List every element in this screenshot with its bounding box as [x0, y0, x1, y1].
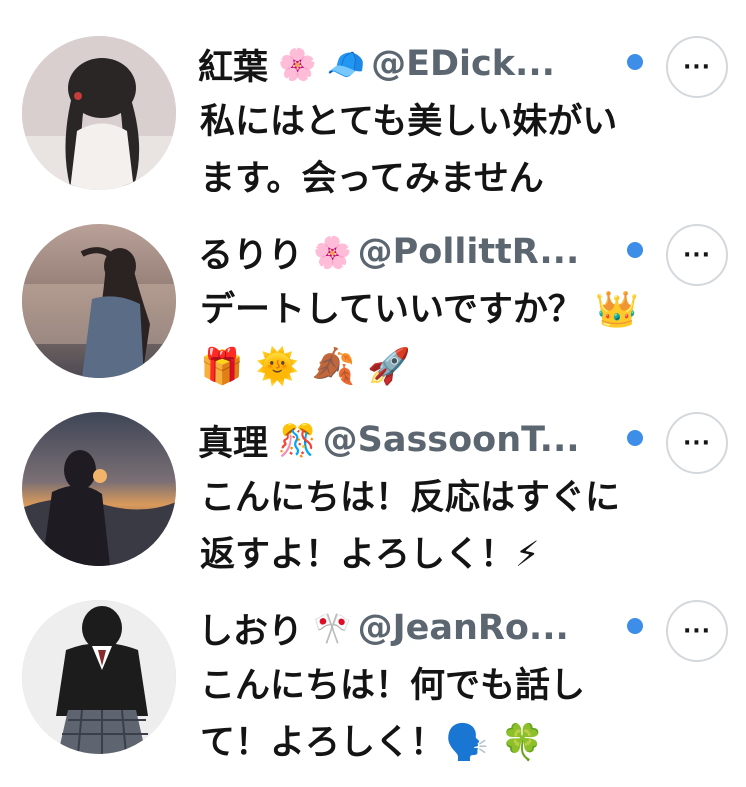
more-options-button[interactable]: ···	[666, 36, 728, 98]
avatar-image	[22, 36, 176, 190]
display-name[interactable]: しおり	[198, 603, 303, 654]
avatar[interactable]	[22, 36, 176, 190]
account-handle[interactable]: @PollittR...	[358, 232, 653, 272]
avatar-image	[22, 224, 176, 378]
name-emojis: 🌸	[313, 234, 352, 271]
avatar-image	[22, 412, 176, 566]
account-message: デートしていいですか？ 👑 🎁 🌞 🍂 🚀	[200, 290, 639, 387]
unread-dot-icon	[627, 618, 643, 634]
name-emojis: 🎌	[313, 610, 352, 647]
avatar[interactable]	[22, 600, 176, 754]
account-header: 紅葉 🌸 🧢 @EDick...	[198, 36, 653, 92]
list-item-account[interactable]: 真理 🎊 @SassoonT... ··· こんにちは！反応はすぐに返すよ！よろ…	[0, 406, 746, 592]
account-handle[interactable]: @EDick...	[371, 44, 653, 84]
account-handle[interactable]: @SassoonT...	[323, 420, 653, 460]
display-name[interactable]: 真理	[198, 415, 268, 466]
list-item-account[interactable]: るりり 🌸 @PollittR... ··· デートしていいですか？ 👑 🎁 🌞…	[0, 218, 746, 404]
account-message: 私にはとても美しい妹がいます。会ってみません	[200, 102, 618, 199]
name-emojis: 🌸 🧢	[278, 46, 366, 83]
avatar-image	[22, 600, 176, 754]
list-item-account[interactable]: しおり 🎌 @JeanRo... ··· こんにちは！何でも話して！よろしく！🗣…	[0, 594, 746, 780]
name-emojis: 🎊	[278, 422, 317, 459]
more-options-button[interactable]: ···	[666, 412, 728, 474]
avatar[interactable]	[22, 412, 176, 566]
account-message: こんにちは！反応はすぐに返すよ！よろしく！⚡	[200, 478, 621, 575]
more-options-button[interactable]: ···	[666, 600, 728, 662]
display-name[interactable]: 紅葉	[198, 39, 268, 90]
account-header: しおり 🎌 @JeanRo...	[198, 600, 653, 656]
unread-dot-icon	[627, 430, 643, 446]
account-handle[interactable]: @JeanRo...	[358, 608, 653, 648]
unread-dot-icon	[627, 54, 643, 70]
list-item-account[interactable]: 紅葉 🌸 🧢 @EDick... ··· 私にはとても美しい妹がいます。会ってみ…	[0, 30, 746, 216]
more-options-button[interactable]: ···	[666, 224, 728, 286]
account-header: 真理 🎊 @SassoonT...	[198, 412, 653, 468]
avatar[interactable]	[22, 224, 176, 378]
display-name[interactable]: るりり	[198, 227, 303, 278]
account-message: こんにちは！何でも話して！よろしく！🗣️ 🍀	[200, 666, 586, 763]
account-header: るりり 🌸 @PollittR...	[198, 224, 653, 280]
unread-dot-icon	[627, 242, 643, 258]
suggested-accounts-list: 紅葉 🌸 🧢 @EDick... ··· 私にはとても美しい妹がいます。会ってみ…	[0, 0, 746, 787]
